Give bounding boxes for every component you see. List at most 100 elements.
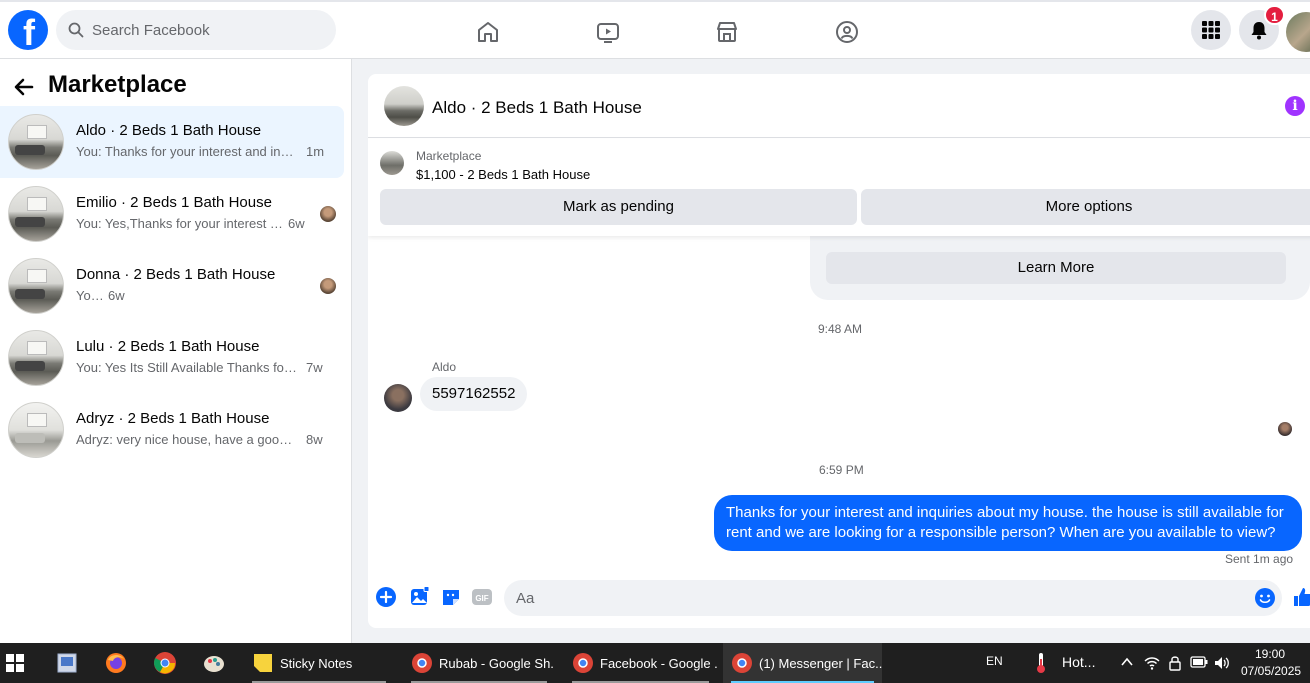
thermometer-icon <box>1037 653 1045 673</box>
search-icon <box>68 22 84 38</box>
seen-avatar <box>320 206 336 222</box>
taskbar-app-label: Facebook - Google ... <box>600 655 717 671</box>
conversation-item[interactable]: Aldo · 2 Beds 1 Bath House You: Thanks f… <box>0 106 344 178</box>
clock-date[interactable]: 07/05/2025 <box>1241 664 1301 678</box>
paint-icon[interactable] <box>202 651 226 675</box>
facebook-logo-icon[interactable]: f <box>8 10 48 53</box>
conversation-name: Donna · 2 Beds 1 Bath House <box>76 266 276 283</box>
conversation-snippet: Adryz: very nice house, have a good ... <box>76 432 298 447</box>
sender-name: Aldo <box>432 360 457 374</box>
photo-icon[interactable] <box>408 586 430 608</box>
listing-title[interactable]: $1,100 - 2 Beds 1 Bath House <box>416 167 590 182</box>
conversation-snippet: You: Thanks for your interest and inq... <box>76 144 298 159</box>
windows-start-icon[interactable] <box>5 653 25 673</box>
sender-avatar[interactable] <box>384 384 412 412</box>
listing-thumbnail <box>8 402 64 458</box>
listing-thumbnail <box>8 114 64 170</box>
taskbar-app-messenger[interactable]: (1) Messenger | Fac... <box>723 643 882 683</box>
taskbar-app-label: Rubab - Google Sh... <box>439 655 555 671</box>
info-icon[interactable]: i <box>1285 96 1305 116</box>
message-input[interactable] <box>516 580 1236 616</box>
home-nav-button[interactable] <box>470 14 506 50</box>
sent-status: Sent 1m ago <box>1225 552 1294 566</box>
battery-icon[interactable] <box>1190 656 1208 668</box>
weather-label[interactable]: Hot... <box>1062 654 1095 670</box>
volume-icon[interactable] <box>1213 655 1231 671</box>
conversation-time: 8w <box>306 432 323 447</box>
message-timestamp: 6:59 PM <box>819 463 864 477</box>
clock-time[interactable]: 19:00 <box>1255 647 1285 661</box>
chrome-profile-icon <box>412 653 432 673</box>
back-arrow-icon[interactable] <box>12 75 36 99</box>
chat-listing-avatar[interactable] <box>384 86 424 126</box>
firefox-icon[interactable] <box>104 651 128 675</box>
marketplace-listing-bar: Marketplace $1,100 - 2 Beds 1 Bath House… <box>368 139 1310 236</box>
conversation-time: 6w <box>108 288 125 303</box>
conversation-name: Lulu · 2 Beds 1 Bath House <box>76 338 260 355</box>
mark-as-pending-button[interactable]: Mark as pending <box>380 189 857 225</box>
read-receipt-avatar <box>1278 422 1292 436</box>
add-plus-icon[interactable] <box>375 586 397 608</box>
conversation-name: Emilio · 2 Beds 1 Bath House <box>76 194 272 211</box>
watch-nav-button[interactable] <box>590 14 626 50</box>
menu-button[interactable] <box>1191 10 1231 50</box>
chat-title[interactable]: Aldo · 2 Beds 1 Bath House <box>432 98 642 118</box>
taskbar-app-label: Sticky Notes <box>280 655 353 671</box>
windows-taskbar: Sticky Notes Rubab - Google Sh... Facebo… <box>0 643 1310 683</box>
conversation-snippet: You: ? <box>76 288 108 303</box>
groups-nav-button[interactable] <box>829 14 865 50</box>
taskbar-app-label: (1) Messenger | Fac... <box>759 655 882 671</box>
wifi-icon[interactable] <box>1144 655 1160 671</box>
marketplace-icon <box>717 22 737 42</box>
conversation-time: 1m <box>306 144 325 159</box>
taskbar-app-facebook-chrome[interactable]: Facebook - Google ... <box>564 643 717 683</box>
seen-avatar <box>320 278 336 294</box>
chrome-icon[interactable] <box>153 651 177 675</box>
conversation-time: 6w <box>288 216 305 231</box>
listing-thumbnail[interactable] <box>380 151 404 175</box>
message-timestamp: 9:48 AM <box>818 322 863 336</box>
language-indicator[interactable]: EN <box>986 654 1003 668</box>
conversation-item[interactable]: Adryz · 2 Beds 1 Bath House Adryz: very … <box>0 394 344 466</box>
conversation-item[interactable]: Lulu · 2 Beds 1 Bath House You: Yes Its … <box>0 322 344 394</box>
sidebar-title: Marketplace <box>48 71 187 98</box>
search-input[interactable] <box>92 10 322 50</box>
conversation-snippet: You: Yes Its Still Available Thanks for … <box>76 360 298 375</box>
menu-grid-icon <box>1202 21 1220 39</box>
chat-window: Aldo · 2 Beds 1 Bath House i Marketplace… <box>368 74 1310 628</box>
thumbs-up-icon[interactable] <box>1292 586 1310 608</box>
home-icon <box>478 22 498 42</box>
learn-more-button[interactable]: Learn More <box>826 252 1286 284</box>
listing-thumbnail <box>8 330 64 386</box>
bell-icon <box>1251 22 1267 40</box>
gif-icon[interactable]: GIF <box>471 586 493 608</box>
sticky-notes-icon <box>254 654 272 672</box>
message-composer[interactable] <box>504 580 1282 616</box>
conversation-name: Adryz · 2 Beds 1 Bath House <box>76 410 270 427</box>
taskbar-app-google-sheets[interactable]: Rubab - Google Sh... <box>403 643 555 683</box>
emoji-icon[interactable] <box>1254 587 1276 609</box>
svg-text:GIF: GIF <box>475 594 488 603</box>
conversation-item[interactable]: Emilio · 2 Beds 1 Bath House You: Yes,Th… <box>0 178 344 250</box>
outgoing-message[interactable]: Thanks for your interest and inquiries a… <box>714 495 1302 551</box>
marketplace-nav-button[interactable] <box>709 14 745 50</box>
search-box[interactable] <box>56 10 336 50</box>
conversation-item[interactable]: Donna · 2 Beds 1 Bath House You: ? 6w <box>0 250 344 322</box>
profile-avatar[interactable] <box>1286 12 1310 52</box>
conversation-time: 7w <box>306 360 323 375</box>
chevron-up-icon[interactable] <box>1120 655 1134 669</box>
listing-thumbnail <box>8 186 64 242</box>
taskbar-app-sticky-notes[interactable]: Sticky Notes <box>244 643 394 683</box>
chrome-profile-icon <box>732 653 752 673</box>
conversation-name: Aldo · 2 Beds 1 Bath House <box>76 122 262 139</box>
marketplace-inbox-sidebar: Marketplace Aldo · 2 Beds 1 Bath House Y… <box>0 59 352 643</box>
chat-header: Aldo · 2 Beds 1 Bath House i <box>368 74 1310 138</box>
more-options-button[interactable]: More options <box>861 189 1310 225</box>
groups-icon <box>836 21 858 43</box>
watch-icon <box>597 23 619 43</box>
sticker-icon[interactable] <box>440 586 462 608</box>
vpn-lock-icon[interactable] <box>1168 655 1182 671</box>
incoming-message[interactable]: 5597162552 <box>420 377 528 411</box>
marketplace-label: Marketplace <box>416 149 482 163</box>
image-viewer-icon[interactable] <box>55 651 79 675</box>
